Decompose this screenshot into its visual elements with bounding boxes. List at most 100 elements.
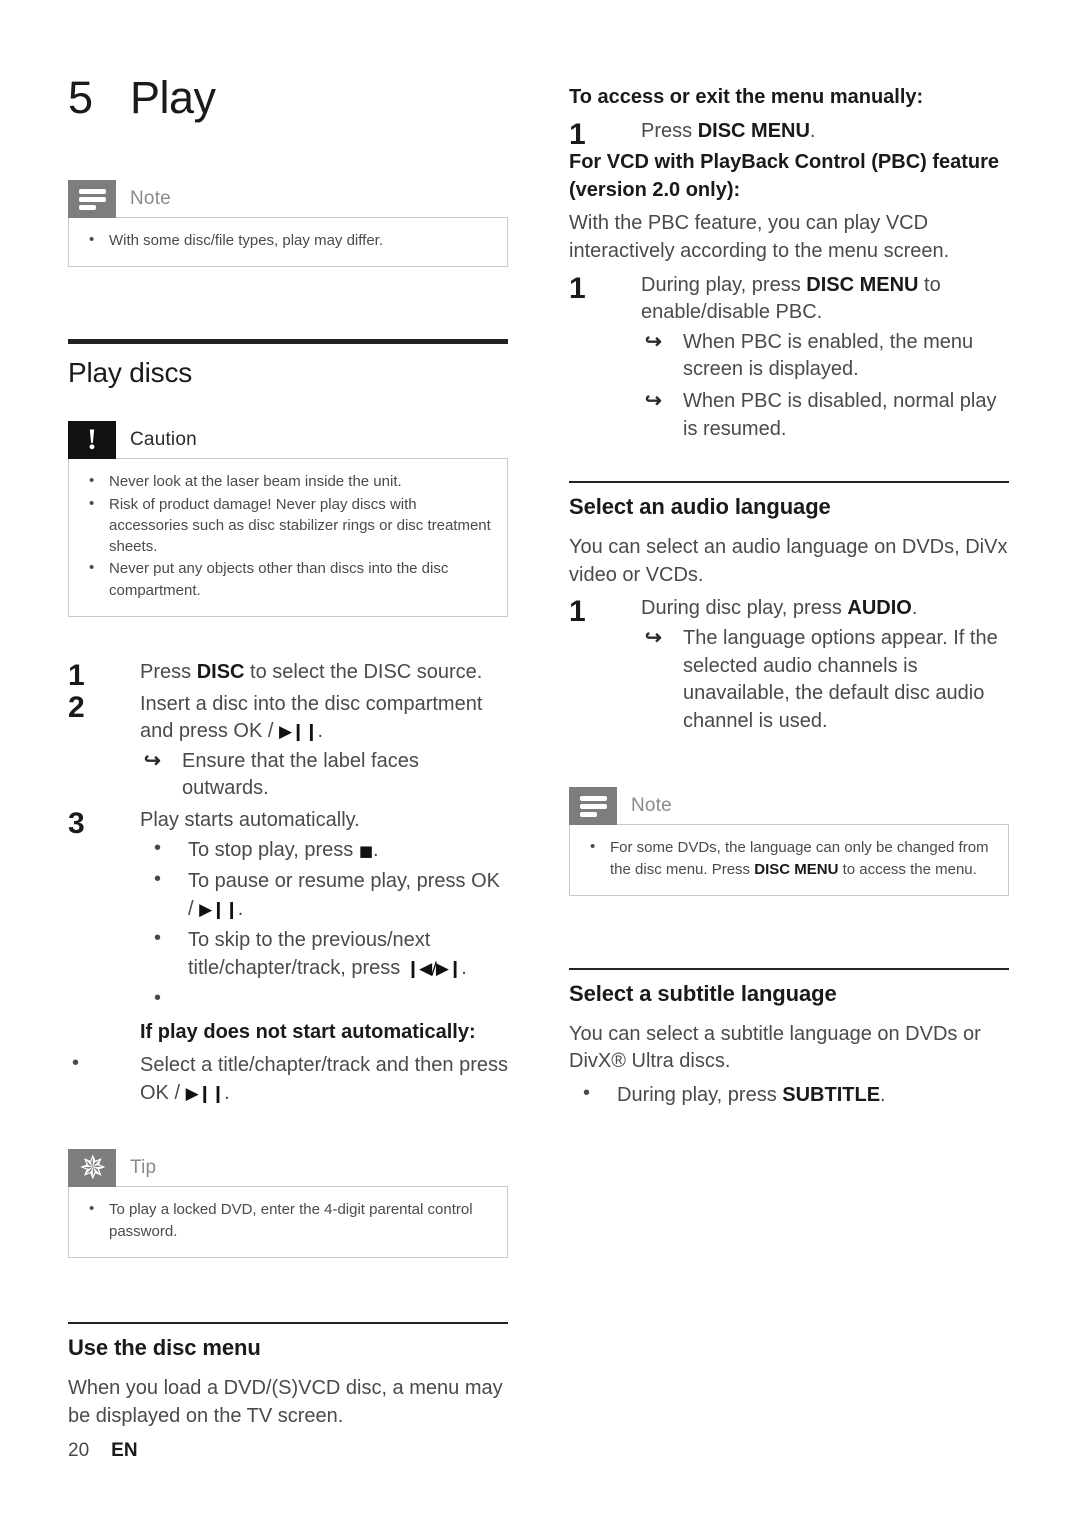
subtitle-item-pre: During play, press [617,1084,783,1107]
page-language: EN [111,1440,138,1461]
list-item: Never look at the laser beam inside the … [83,470,493,492]
caution-callout-list: Never look at the laser beam inside the … [83,470,493,601]
access-menu-heading: To access or exit the menu manually: [569,86,924,108]
pbc-intro: With the PBC feature, you can play VCD i… [569,212,950,262]
audio-step-key: AUDIO [847,597,912,620]
step-1-key: DISC [196,661,245,684]
bullet-pause-play: To pause or resume play, press OK / ▶❙❙. [140,866,508,923]
section-rule [68,1321,508,1324]
tip-callout-label: Tip [130,1157,157,1179]
caution-callout-label: Caution [130,429,197,451]
step-1: Press DISC MENU. [569,114,1009,155]
chapter-name: Play [130,72,216,123]
list-item: During play, press SUBTITLE. [569,1080,1009,1110]
audio-result: The language options appear. If the sele… [641,625,1009,735]
play-pause-icon: ▶❙❙ [185,1083,226,1104]
step-1: During play, press DISC MENU to enable/d… [569,268,1009,444]
play-pause-icon: ▶❙❙ [199,899,239,920]
list-item: With some disc/file types, play may diff… [83,229,493,251]
bullet-stop-post: . [373,838,379,861]
step-2-text-post: . [317,720,324,743]
caution-callout-header: ! Caution [68,421,508,460]
step-1-text-post: to select the DISC source. [244,661,483,684]
list-item: For some DVDs, the language can only be … [584,836,994,880]
note-callout-label: Note [130,188,171,209]
play-pause-icon: ▶❙❙ [278,722,319,743]
page-footer: 20 EN [68,1440,138,1462]
step-3-text: Play starts automatically. [140,809,360,832]
pbc-result: When PBC is enabled, the menu screen is … [641,329,1009,384]
list-item: Never put any objects other than discs i… [83,557,493,601]
note-callout-label: Note [631,795,672,817]
note-lines-icon [68,180,116,218]
step-1-text-pre: Press [140,661,197,684]
caution-callout-body: Never look at the laser beam inside the … [68,458,508,618]
manual-page: 5 Play Note With some disc/file types, p… [0,0,1080,1527]
step-1: During disc play, press AUDIO. The langu… [569,591,1009,735]
not-start-post: . [224,1081,230,1104]
use-disc-menu-text: When you load a DVD/(S)VCD disc, a menu … [68,1376,503,1427]
list-item: Risk of product damage! Never play discs… [83,493,493,558]
skip-prev-next-icon: ❙◀/▶❙ [405,959,462,980]
note-item-post: to access the menu. [838,860,977,878]
section-rule [569,967,1009,970]
access-menu-steps: Press DISC MENU. [569,114,1009,155]
play-discs-steps: Press DISC to select the DISC source. In… [68,655,508,1013]
audio-step-post: . [911,597,918,620]
section-rule [569,481,1009,484]
pbc-heading: For VCD with PlayBack Control (PBC) feat… [569,151,1000,201]
audio-step-results: The language options appear. If the sele… [641,625,1009,735]
audio-language-heading: Select an audio language [569,494,831,520]
pbc-step-pre: During play, press [641,273,807,296]
pbc-result: When PBC is disabled, normal play is res… [641,388,1009,443]
bullet-skip-track: To skip to the previous/next title/chapt… [140,925,508,982]
note-callout: Note For some DVDs, the language can onl… [569,787,1009,896]
bullet-skip-post: . [461,957,467,980]
note-callout-list: With some disc/file types, play may diff… [83,229,493,251]
exclamation-icon: ! [68,421,116,460]
tip-callout-body: To play a locked DVD, enter the 4-digit … [68,1186,508,1258]
list-item: To play a locked DVD, enter the 4-digit … [83,1198,493,1242]
tip-callout-header: ✵ Tip [68,1149,508,1188]
caution-callout: ! Caution Never look at the laser beam i… [68,421,508,618]
right-column: To access or exit the menu manually: Pre… [569,0,1009,1114]
bullet-pause-post: . [237,897,244,920]
note-callout-list: For some DVDs, the language can only be … [584,836,994,880]
note-lines-icon [569,787,617,826]
step-3-bullets: To stop play, press ■. To pause or resum… [140,835,508,1013]
pbc-step-key: DISC MENU [806,273,919,296]
note-callout: Note With some disc/file types, play may… [68,180,508,268]
bullet-stop-pre: To stop play, press [188,838,359,861]
pbc-steps: During play, press DISC MENU to enable/d… [569,268,1009,444]
pbc-step-results: When PBC is enabled, the menu screen is … [641,329,1009,443]
note-callout-header: Note [569,787,1009,826]
audio-language-steps: During disc play, press AUDIO. The langu… [569,591,1009,735]
bullet-stop-play: To stop play, press ■. [140,835,508,865]
tip-callout-list: To play a locked DVD, enter the 4-digit … [83,1198,493,1242]
asterisk-icon: ✵ [68,1149,116,1188]
use-disc-menu-heading: Use the disc menu [68,1334,261,1360]
tip-callout: ✵ Tip To play a locked DVD, enter the 4-… [68,1149,508,1258]
stop-icon: ■ [358,841,374,860]
step-3: Play starts automatically. To stop play,… [68,803,508,1013]
left-column: 5 Play Note With some disc/file types, p… [68,0,508,1436]
note-callout-header: Note [68,180,508,218]
page-number: 20 [68,1440,90,1461]
step-2-results: Ensure that the label faces outwards. [140,748,508,803]
chapter-number: 5 [68,72,93,123]
note-item-key: DISC MENU [754,860,839,878]
chapter-title: 5 Play [68,72,508,124]
if-play-not-start-list: Select a title/chapter/track and then pr… [68,1050,508,1107]
access-step-pre: Press [641,119,698,142]
list-item: Select a title/chapter/track and then pr… [68,1050,508,1107]
